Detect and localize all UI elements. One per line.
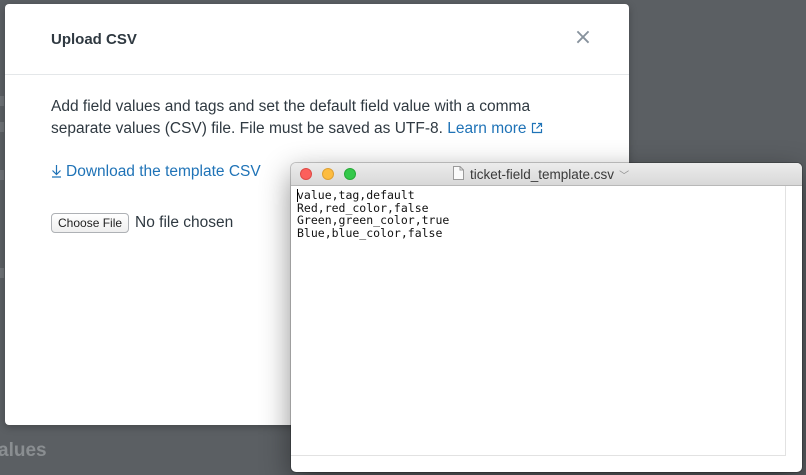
download-template-link[interactable]: Download the template CSV xyxy=(51,163,261,183)
background-mark xyxy=(0,122,4,132)
csv-line: Green,green_color,true xyxy=(297,213,450,227)
document-icon xyxy=(453,166,464,183)
window-title-text: ticket-field_template.csv xyxy=(470,167,615,182)
background-mark xyxy=(0,96,4,106)
scroll-area-edge xyxy=(785,186,786,456)
file-status-text: No file chosen xyxy=(135,214,234,231)
choose-file-button[interactable]: Choose File xyxy=(51,213,130,233)
background-heading: alues xyxy=(0,440,47,461)
learn-more-link[interactable]: Learn more xyxy=(447,120,542,137)
modal-description: Add field values and tags and set the de… xyxy=(51,96,591,141)
text-cursor xyxy=(297,189,298,202)
chevron-down-icon: ﹀ xyxy=(619,171,630,182)
modal-title: Upload CSV xyxy=(51,31,137,48)
download-icon xyxy=(51,164,62,183)
window-titlebar[interactable]: ticket-field_template.csv ﹀ xyxy=(291,163,802,186)
external-link-icon xyxy=(531,119,543,141)
scroll-area-edge xyxy=(291,455,786,456)
csv-line: Blue,blue_color,false xyxy=(297,225,443,240)
modal-header: Upload CSV × xyxy=(5,4,629,75)
window-title[interactable]: ticket-field_template.csv ﹀ xyxy=(453,166,629,183)
learn-more-label: Learn more xyxy=(447,120,527,137)
csv-template-window: ticket-field_template.csv ﹀ value,tag,de… xyxy=(291,163,802,472)
modal-body: Add field values and tags and set the de… xyxy=(51,96,591,233)
csv-line: value,tag,default xyxy=(297,188,415,202)
download-link-label: Download the template CSV xyxy=(66,163,261,180)
window-minimize-button[interactable] xyxy=(322,168,334,180)
background-mark xyxy=(0,170,4,180)
window-close-button[interactable] xyxy=(300,168,312,180)
close-button[interactable]: × xyxy=(573,27,593,49)
csv-text-editor[interactable]: value,tag,default Red,red_color,false Gr… xyxy=(291,186,802,472)
background-mark xyxy=(0,268,4,278)
file-input-row: Choose File No file chosen xyxy=(51,213,233,233)
window-maximize-button[interactable] xyxy=(344,168,356,180)
